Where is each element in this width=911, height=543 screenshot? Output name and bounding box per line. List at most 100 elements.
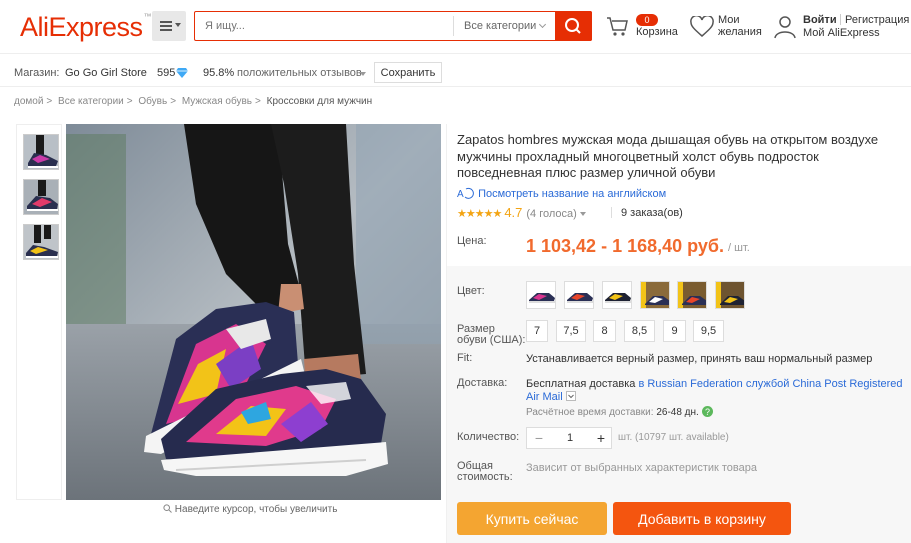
search-input[interactable] bbox=[195, 12, 453, 40]
chevron-down-icon bbox=[538, 20, 547, 29]
categories-menu-button[interactable] bbox=[152, 11, 186, 41]
delivery-info: Бесплатная доставка в Russian Federation… bbox=[526, 378, 906, 404]
diamond-icon bbox=[176, 68, 188, 78]
product-thumbnail[interactable] bbox=[23, 224, 59, 260]
account-menu: Войти Регистрация Мой AliExpress bbox=[774, 14, 911, 44]
shoe-swatch-image bbox=[565, 282, 593, 308]
price-label: Цена: bbox=[457, 235, 487, 247]
translate-icon: A bbox=[457, 187, 474, 200]
delivery-time: Расчётное время доставки: 26-48 дн. ? bbox=[526, 406, 713, 418]
color-swatch[interactable] bbox=[640, 281, 670, 309]
menu-icon bbox=[160, 21, 172, 31]
translate-link[interactable]: A Посмотреть название на английском bbox=[457, 187, 666, 200]
sneakers-photo bbox=[66, 124, 441, 500]
quantity-increase-button[interactable]: + bbox=[589, 428, 613, 448]
quantity-decrease-button[interactable]: − bbox=[527, 428, 551, 448]
search-button[interactable] bbox=[555, 11, 592, 41]
color-swatch[interactable] bbox=[715, 281, 745, 309]
quantity-available: шт. (10797 шт. available) bbox=[618, 432, 729, 443]
rating-value: 4.7 bbox=[504, 205, 523, 220]
translate-link-text: Посмотреть название на английском bbox=[478, 188, 667, 200]
signin-link[interactable]: Войти bbox=[803, 14, 837, 26]
shoe-thumbnail-image bbox=[24, 135, 58, 169]
color-label: Цвет: bbox=[457, 285, 485, 297]
orders-count: 9 заказа(ов) bbox=[621, 207, 683, 219]
size-option[interactable]: 7 bbox=[526, 320, 548, 342]
shoe-swatch-image bbox=[716, 282, 744, 308]
main-product-image[interactable] bbox=[66, 124, 441, 500]
breadcrumb-shoes[interactable]: Обувь bbox=[138, 96, 167, 107]
svg-text:?: ? bbox=[705, 407, 710, 417]
shoe-thumbnail-image bbox=[24, 180, 58, 214]
thumbnail-strip bbox=[16, 124, 62, 500]
divider bbox=[611, 207, 612, 218]
quantity-label: Количество: bbox=[457, 431, 520, 443]
chevron-down-icon bbox=[579, 212, 586, 216]
search-bar: Все категории bbox=[194, 11, 592, 41]
cart-link[interactable]: 0 Корзина bbox=[606, 14, 682, 44]
rating-row: ★★★★★ 4.7 (4 голоса) bbox=[457, 205, 586, 220]
store-score: 595 bbox=[157, 67, 176, 79]
chevron-down-icon[interactable] bbox=[565, 391, 576, 401]
size-option[interactable]: 7,5 bbox=[556, 320, 586, 342]
breadcrumb-current[interactable]: Кроссовки для мужчин bbox=[267, 96, 373, 107]
total-label: Общая стоимость: bbox=[457, 460, 513, 483]
product-title: Zapatos hombres мужская мода дышащая обу… bbox=[457, 132, 879, 180]
product-thumbnail[interactable] bbox=[23, 134, 59, 170]
search-icon bbox=[565, 18, 581, 34]
buy-now-button[interactable]: Купить сейчас bbox=[457, 502, 607, 535]
zoom-hint-text: Наведите курсор, чтобы увеличить bbox=[174, 504, 338, 515]
aliexpress-logo[interactable]: AliExpress™ bbox=[20, 12, 152, 43]
register-link[interactable]: Регистрация bbox=[845, 14, 909, 26]
divider bbox=[840, 14, 841, 25]
star-rating-icon: ★★★★★ bbox=[457, 208, 502, 220]
save-store-button[interactable]: Сохранить bbox=[374, 62, 442, 83]
price-unit: / шт. bbox=[728, 242, 750, 254]
user-icon bbox=[774, 16, 796, 39]
breadcrumb-separator: > bbox=[126, 96, 133, 107]
help-icon[interactable]: ? bbox=[701, 406, 713, 417]
positive-percent: 95.8% bbox=[203, 67, 235, 79]
shoe-swatch-image bbox=[641, 282, 669, 308]
color-swatch[interactable] bbox=[564, 281, 594, 309]
price-range: 1 103,42 - 1 168,40 руб. bbox=[526, 236, 725, 256]
breadcrumb-all-categories[interactable]: Все категории bbox=[58, 96, 124, 107]
breadcrumb-separator: > bbox=[255, 96, 261, 107]
magnifier-icon bbox=[163, 504, 172, 513]
category-select[interactable]: Все категории bbox=[453, 16, 555, 36]
size-option[interactable]: 8,5 bbox=[624, 320, 655, 342]
quantity-stepper: − 1 + bbox=[526, 427, 612, 449]
total-price-text: Зависит от выбранных характеристик товар… bbox=[526, 462, 757, 474]
shoe-swatch-image bbox=[678, 282, 706, 308]
fit-text: Устанавливается верный размер, принять в… bbox=[526, 353, 873, 365]
size-option[interactable]: 8 bbox=[593, 320, 616, 342]
fit-label: Fit: bbox=[457, 352, 473, 364]
my-aliexpress-link[interactable]: Мой AliExpress bbox=[803, 27, 880, 39]
product-thumbnail[interactable] bbox=[23, 179, 59, 215]
quantity-input[interactable]: 1 bbox=[551, 428, 589, 448]
breadcrumb-mens-shoes[interactable]: Мужская обувь bbox=[182, 96, 252, 107]
wishlist-link[interactable]: Мои желания bbox=[690, 14, 770, 44]
breadcrumb-separator: > bbox=[46, 96, 53, 107]
color-swatch[interactable] bbox=[602, 281, 632, 309]
category-select-label: Все категории bbox=[464, 20, 537, 32]
size-option[interactable]: 9,5 bbox=[693, 320, 724, 342]
size-option[interactable]: 9 bbox=[663, 320, 686, 342]
positive-feedback-label[interactable]: положительных отзывов bbox=[237, 67, 362, 79]
svg-text:A: A bbox=[457, 189, 464, 199]
cart-icon bbox=[607, 17, 628, 36]
color-swatch[interactable] bbox=[526, 281, 556, 309]
store-name-link[interactable]: Go Go Girl Store bbox=[65, 67, 147, 79]
store-bar: Магазин: Go Go Girl Store 595 95.8% поло… bbox=[0, 59, 911, 87]
caret-down-icon bbox=[175, 23, 181, 27]
shoe-swatch-image bbox=[603, 282, 631, 308]
heart-icon bbox=[690, 16, 714, 37]
delivery-time-label: Расчётное время доставки: bbox=[526, 407, 654, 418]
zoom-hint: Наведите курсор, чтобы увеличить bbox=[163, 504, 337, 515]
votes-link[interactable]: (4 голоса) bbox=[526, 208, 576, 220]
color-swatch[interactable] bbox=[677, 281, 707, 309]
breadcrumb: домой > Все категории > Обувь > Мужская обу… bbox=[14, 96, 375, 107]
breadcrumb-home[interactable]: домой bbox=[14, 96, 43, 107]
add-to-cart-button[interactable]: Добавить в корзину bbox=[613, 502, 791, 535]
site-header: AliExpress™ Все категории 0 Корзина Мои … bbox=[0, 0, 911, 54]
